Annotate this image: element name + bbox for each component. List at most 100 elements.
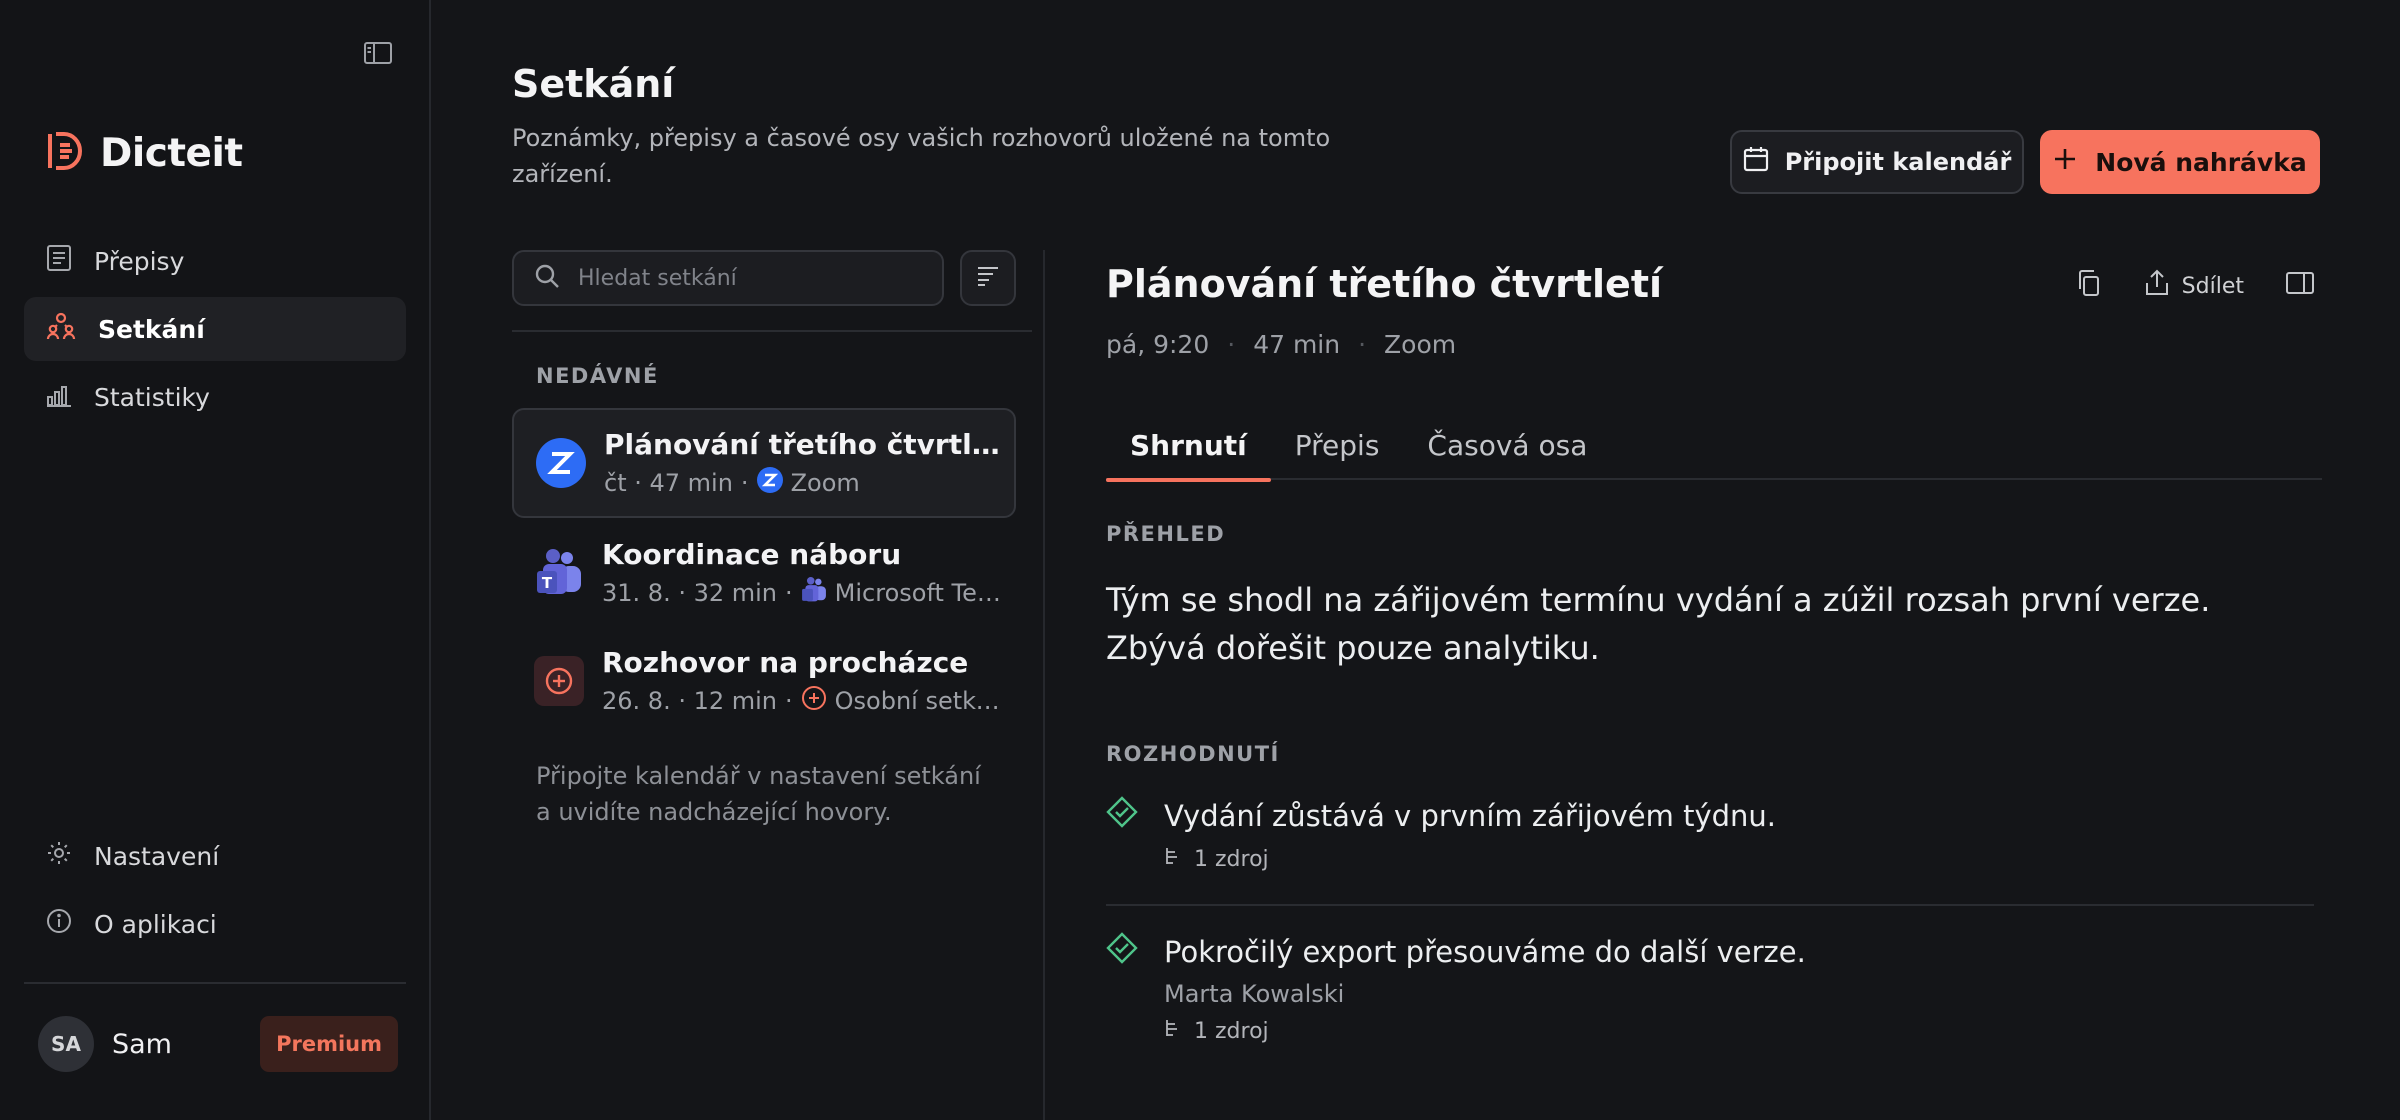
decision-divider [1106,904,2314,906]
sidebar-item-about[interactable]: O aplikaci [24,892,406,956]
toggle-panel-button[interactable] [2278,266,2322,306]
new-recording-button[interactable]: Nová nahrávka [2040,130,2320,194]
share-button[interactable]: Sdílet [2136,266,2252,306]
meeting-title: Koordinace náboru [602,537,902,571]
copy-icon [2076,269,2102,303]
decision-sources[interactable]: 1 zdroj [1164,846,2314,872]
search-icon [534,263,560,293]
pane-divider [1043,250,1045,1120]
sort-filter-button[interactable] [960,250,1016,306]
meta-separator: · [740,468,749,497]
sidebar-item-label: Nastavení [94,841,220,871]
tab-transcript[interactable]: Přepis [1271,410,1404,480]
source-icon [1164,1018,1182,1044]
meeting-list-item[interactable]: T Koordinace náboru 31. 8. · 32 min · Mi… [512,518,1016,628]
info-icon [46,908,72,940]
search-box[interactable] [512,250,944,306]
app-name: Dicteit [100,130,243,176]
people-icon [46,312,76,346]
new-recording-label: Nová nahrávka [2095,147,2307,177]
meta-separator: · [1227,330,1236,359]
filter-lines-icon [976,265,1000,291]
meeting-detail-meta: pá, 9:20 · 47 min · Zoom [1106,330,1456,359]
in-person-icon [801,685,827,717]
decision-source-count: 1 zdroj [1194,846,1269,872]
meeting-source-label: Osobní setkání [834,686,1002,715]
decision-item: Pokročilý export přesouváme do další ver… [1106,932,2314,1044]
bar-chart-icon [46,381,72,413]
meeting-list-item[interactable]: Plánování třetího čtvrtletí čt · 47 min … [512,408,1016,518]
decision-text: Pokročilý export přesouváme do další ver… [1164,935,1806,969]
user-name: Sam [112,1028,172,1060]
side-panel-icon [2286,271,2314,301]
plus-icon [2053,147,2077,177]
meeting-source: Osobní setkání [801,685,1002,717]
gear-icon [46,840,72,872]
meeting-source: Zoom [756,466,860,499]
sidebar-item-label: Setkání [98,314,205,344]
detail-tabs: Shrnutí Přepis Časová osa [1106,410,2322,482]
recent-section-label: NEDÁVNÉ [536,364,659,388]
meeting-list-item[interactable]: Rozhovor na procházce 26. 8. · 12 min · … [512,626,1016,736]
tab-timeline[interactable]: Časová osa [1403,410,1611,480]
teams-icon: T [534,548,584,598]
svg-text:T: T [542,574,553,592]
premium-badge[interactable]: Premium [260,1016,398,1072]
sidebar-item-meetings[interactable]: Setkání [24,297,406,361]
sidebar-item-statistics[interactable]: Statistiky [24,365,406,429]
page-title: Setkání [512,62,675,106]
meeting-datetime: pá, 9:20 [1106,330,1210,359]
secondary-nav: Nastavení O aplikaci [24,824,406,960]
meta-separator: · [785,578,793,607]
teams-icon [801,576,827,609]
sidebar-item-label: Přepisy [94,246,185,276]
decision-check-icon [1106,796,1138,832]
zoom-icon [756,466,783,499]
overview-label: PŘEHLED [1106,522,1226,546]
sidebar-item-settings[interactable]: Nastavení [24,824,406,888]
share-icon [2144,269,2170,303]
sidebar-divider [24,982,406,984]
connect-calendar-label: Připojit kalendář [1784,148,2012,176]
decision-source-count: 1 zdroj [1194,1018,1269,1044]
share-label: Sdílet [2181,273,2244,299]
sidebar-toggle-icon[interactable] [360,38,396,68]
sidebar: Dicteit Přepisy Setkání Statistiky Nasta… [0,0,431,1120]
decision-owner: Marta Kowalski [1164,980,1345,1008]
meeting-date-duration: čt · 47 min [604,468,733,497]
avatar: SA [38,1016,94,1072]
source-icon [1164,846,1182,872]
list-divider [512,330,1032,332]
sidebar-item-label: Statistiky [94,382,210,412]
decisions-label: ROZHODNUTÍ [1106,742,1280,766]
meeting-source-label: Microsoft Teams [834,578,1002,607]
meeting-title: Rozhovor na procházce [602,645,969,679]
connect-calendar-button[interactable]: Připojit kalendář [1730,130,2024,194]
calendar-icon [1743,146,1769,178]
sidebar-item-transcripts[interactable]: Přepisy [24,229,406,293]
decision-sources[interactable]: 1 zdroj [1164,1018,2314,1044]
decision-item: Vydání zůstává v prvním zářijovém týdnu.… [1106,796,2314,872]
detail-actions: Sdílet [2068,266,2322,306]
meeting-meta: 31. 8. · 32 min · Microsoft Teams [602,576,1002,609]
meeting-title: Plánování třetího čtvrtletí [604,427,1004,461]
in-person-icon [534,656,584,706]
search-input[interactable] [578,265,918,291]
copy-button[interactable] [2068,266,2110,306]
meeting-duration: 47 min [1253,330,1341,359]
calendar-hint: Připojte kalendář v nastavení setkání a … [536,762,981,826]
meeting-source-label: Zoom [790,468,860,497]
user-profile[interactable]: SA Sam Premium [38,1016,398,1072]
meeting-date-duration: 31. 8. · 32 min [602,578,778,607]
meeting-detail-title: Plánování třetího čtvrtletí [1106,262,1663,306]
meeting-meta: 26. 8. · 12 min · Osobní setkání [602,685,1002,717]
meeting-source: Microsoft Teams [801,576,1002,609]
decision-text: Vydání zůstává v prvním zářijovém týdnu. [1164,799,1777,833]
meta-separator: · [1358,330,1367,359]
tab-summary[interactable]: Shrnutí [1106,410,1271,482]
zoom-icon [536,438,586,488]
meta-separator: · [785,686,793,715]
meeting-platform: Zoom [1384,330,1457,359]
decision-check-icon [1106,932,1138,968]
main-nav: Přepisy Setkání Statistiky [24,229,406,433]
